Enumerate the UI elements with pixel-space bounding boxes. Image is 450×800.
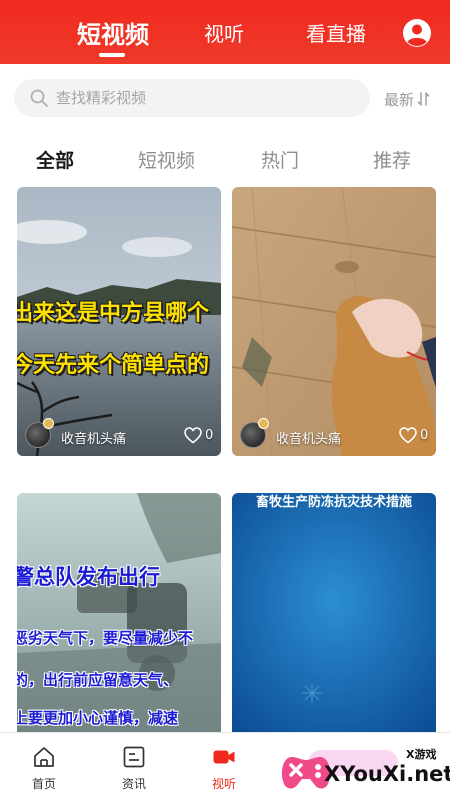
category-tab-all[interactable]: 全部 — [36, 146, 74, 173]
news-icon — [123, 746, 145, 768]
video-caption: 恶劣天气下，要尽量减少不 — [17, 629, 194, 647]
search-bar[interactable] — [14, 79, 370, 117]
sort-label: 最新 — [384, 90, 415, 109]
video-card[interactable]: 畜牧生产防冻抗灾技术措施 — [232, 493, 436, 732]
video-card[interactable]: 出来这是中方县哪个 今天先来个简单点的 收音机头痛 0 — [17, 187, 221, 456]
author-name[interactable]: 收音机头痛 — [61, 428, 126, 447]
search-icon — [30, 89, 48, 107]
video-caption: 今天先来个简单点的 — [17, 353, 210, 378]
nav-item-audio-visual[interactable]: 视听 — [194, 733, 254, 800]
verified-badge-icon — [258, 418, 269, 429]
watermark: X游戏 XYouXi.net — [278, 744, 450, 800]
like-count: 0 — [420, 428, 429, 443]
nav-label: 视听 — [211, 777, 236, 791]
nav-label: 首页 — [31, 777, 56, 791]
top-header: 短视频 视听 看直播 — [0, 0, 450, 64]
video-card[interactable]: 收音机头痛 0 — [232, 187, 436, 456]
video-caption: 警总队发布出行 — [17, 565, 160, 589]
category-tab-hot[interactable]: 热门 — [261, 146, 299, 173]
search-input[interactable] — [56, 79, 356, 117]
nav-label: 资讯 — [121, 777, 146, 791]
watermark-small-text: X游戏 — [406, 748, 437, 761]
user-circle-icon[interactable] — [402, 18, 432, 48]
home-icon — [34, 747, 54, 767]
active-tab-indicator — [99, 53, 125, 57]
category-tab-short-video[interactable]: 短视频 — [138, 146, 195, 173]
tab-short-video[interactable]: 短视频 — [77, 15, 149, 50]
verified-badge-icon — [43, 418, 54, 429]
heart-icon[interactable] — [184, 427, 202, 444]
video-card-footer: 收音机头痛 0 — [232, 416, 436, 456]
nav-item-home[interactable]: 首页 — [14, 733, 74, 800]
category-tab-recommended[interactable]: 推荐 — [373, 146, 411, 173]
video-card-footer: 收音机头痛 0 — [17, 416, 221, 456]
video-caption: 畜牧生产防冻抗灾技术措施 — [255, 495, 412, 510]
video-camera-icon — [213, 750, 235, 764]
video-card[interactable]: 警总队发布出行 恶劣天气下，要尽量减少不 的，出行前应留意天气、 上要更加小心谨… — [17, 493, 221, 732]
tab-audio-visual[interactable]: 视听 — [204, 18, 244, 47]
video-thumbnail — [17, 493, 221, 732]
author-name[interactable]: 收音机头痛 — [276, 428, 341, 447]
like-count: 0 — [205, 428, 214, 443]
tab-watch-live[interactable]: 看直播 — [306, 18, 366, 47]
video-caption: 的，出行前应留意天气、 — [17, 671, 179, 689]
video-caption: 上要更加小心谨慎，减速 — [17, 709, 179, 727]
heart-icon[interactable] — [399, 427, 417, 444]
sort-button[interactable]: 最新 — [384, 88, 430, 110]
watermark-main-text: XYouXi.net — [324, 762, 450, 786]
video-thumbnail — [232, 493, 436, 732]
nav-item-news[interactable]: 资讯 — [104, 733, 164, 800]
sort-arrows-icon — [417, 92, 430, 106]
video-caption: 出来这是中方县哪个 — [17, 301, 210, 326]
